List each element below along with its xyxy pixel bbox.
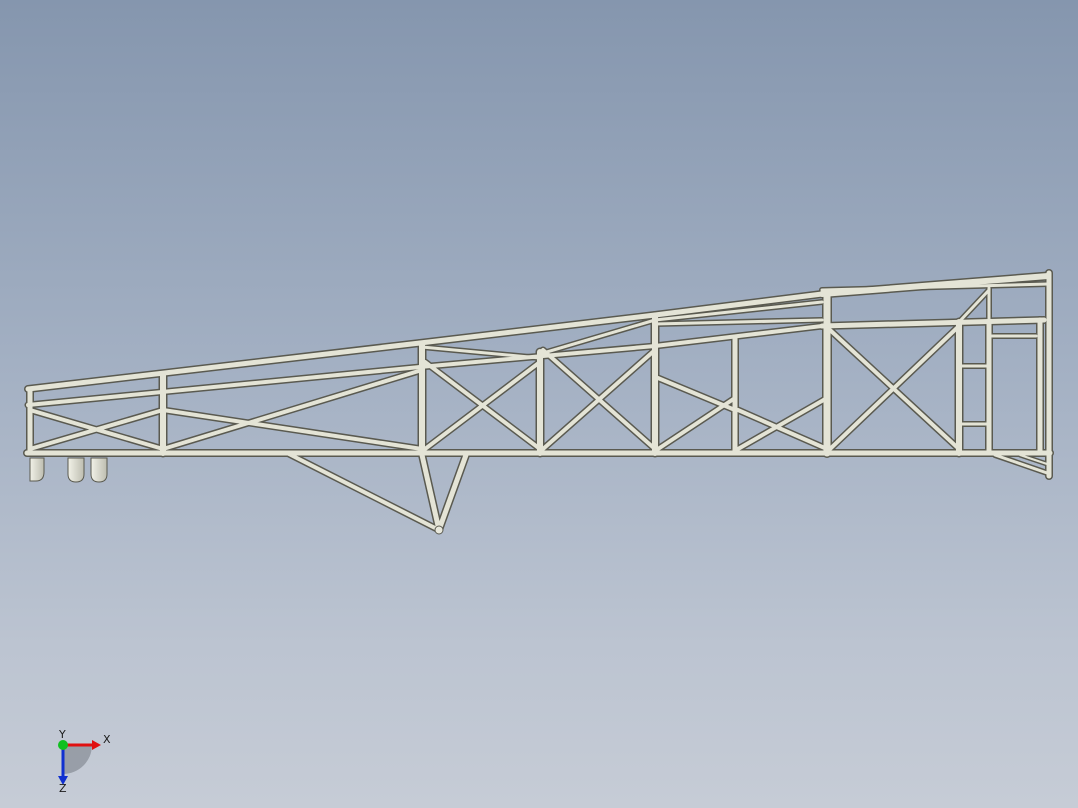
y-axis-label: Y <box>58 728 66 741</box>
mounting-plate <box>67 457 85 483</box>
truss-member <box>420 345 542 360</box>
truss-member <box>25 340 423 392</box>
mounting-plate <box>90 457 108 483</box>
truss-member <box>161 408 424 451</box>
y-axis-dot <box>58 740 68 750</box>
truss-member <box>957 288 991 324</box>
x-axis-label: X <box>103 733 111 746</box>
truss-member <box>285 451 441 532</box>
triad-shadow-arc <box>63 745 92 774</box>
truss-members <box>23 269 1054 534</box>
truss-member <box>656 376 737 412</box>
mounting-plates <box>29 457 444 535</box>
truss-member <box>419 452 442 533</box>
support-node <box>434 525 444 535</box>
truss-model[interactable] <box>0 0 1078 808</box>
view-orientation-triad: X Y Z <box>58 728 111 794</box>
mounting-plate <box>29 457 45 482</box>
truss-member <box>436 452 469 533</box>
graphics-viewport[interactable]: X Y Z <box>0 0 1078 808</box>
z-axis-label: Z <box>59 782 67 794</box>
truss-member <box>819 317 1047 329</box>
x-axis-arrowhead <box>92 740 101 750</box>
